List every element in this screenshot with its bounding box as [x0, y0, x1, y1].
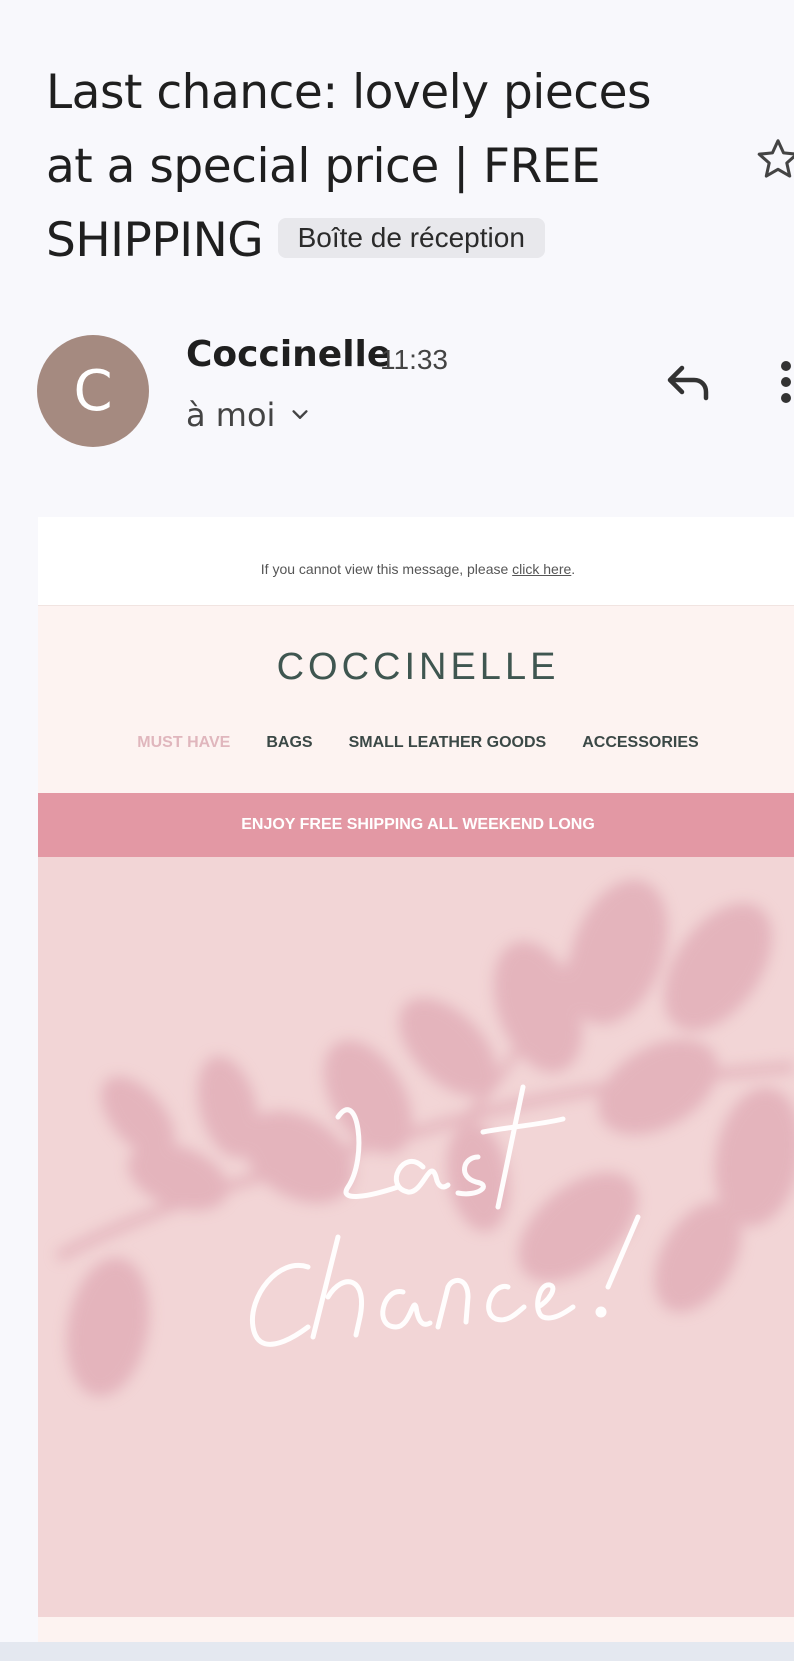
more-vert-icon[interactable]: [778, 360, 794, 404]
email-body: If you cannot view this message, please …: [38, 517, 794, 1644]
nav-item-small-leather-goods[interactable]: SMALL LEATHER GOODS: [349, 734, 547, 752]
view-online-notice: If you cannot view this message, please …: [38, 561, 794, 577]
nav-item-accessories[interactable]: ACCESSORIES: [582, 734, 698, 752]
hero-leaf-shadows: [38, 857, 794, 1617]
hero-bottom-border: [38, 1617, 794, 1644]
star-icon[interactable]: [755, 136, 794, 182]
shipping-banner-text: ENJOY FREE SHIPPING ALL WEEKEND LONG: [241, 816, 595, 833]
reply-icon[interactable]: [664, 358, 712, 406]
chevron-down-icon: [292, 410, 309, 419]
bottom-bar: [0, 1642, 794, 1661]
avatar[interactable]: C: [37, 335, 149, 447]
brand-logo[interactable]: COCCINELLE: [38, 646, 794, 689]
sender-name[interactable]: Coccinelle: [186, 334, 391, 375]
view-online-text: If you cannot view this message, please: [260, 561, 509, 577]
email-subject: Last chance: lovely pieces at a special …: [46, 56, 686, 278]
view-online-period: .: [571, 561, 576, 577]
nav-item-must-have[interactable]: MUST HAVE: [137, 734, 230, 752]
brand-header: COCCINELLE MUST HAVE BAGS SMALL LEATHER …: [38, 605, 794, 811]
view-online-link[interactable]: click here: [512, 561, 571, 577]
inbox-label-chip[interactable]: Boîte de réception: [277, 217, 545, 258]
email-nav: MUST HAVE BAGS SMALL LEATHER GOODS ACCES…: [38, 734, 794, 752]
recipient-details-toggle[interactable]: à moi: [186, 396, 311, 434]
message-time: 11:33: [380, 344, 448, 375]
hero-image[interactable]: [38, 857, 794, 1617]
recipient-label: à moi: [186, 396, 276, 434]
nav-item-bags[interactable]: BAGS: [266, 734, 312, 752]
shipping-banner[interactable]: ENJOY FREE SHIPPING ALL WEEKEND LONG: [38, 793, 794, 857]
